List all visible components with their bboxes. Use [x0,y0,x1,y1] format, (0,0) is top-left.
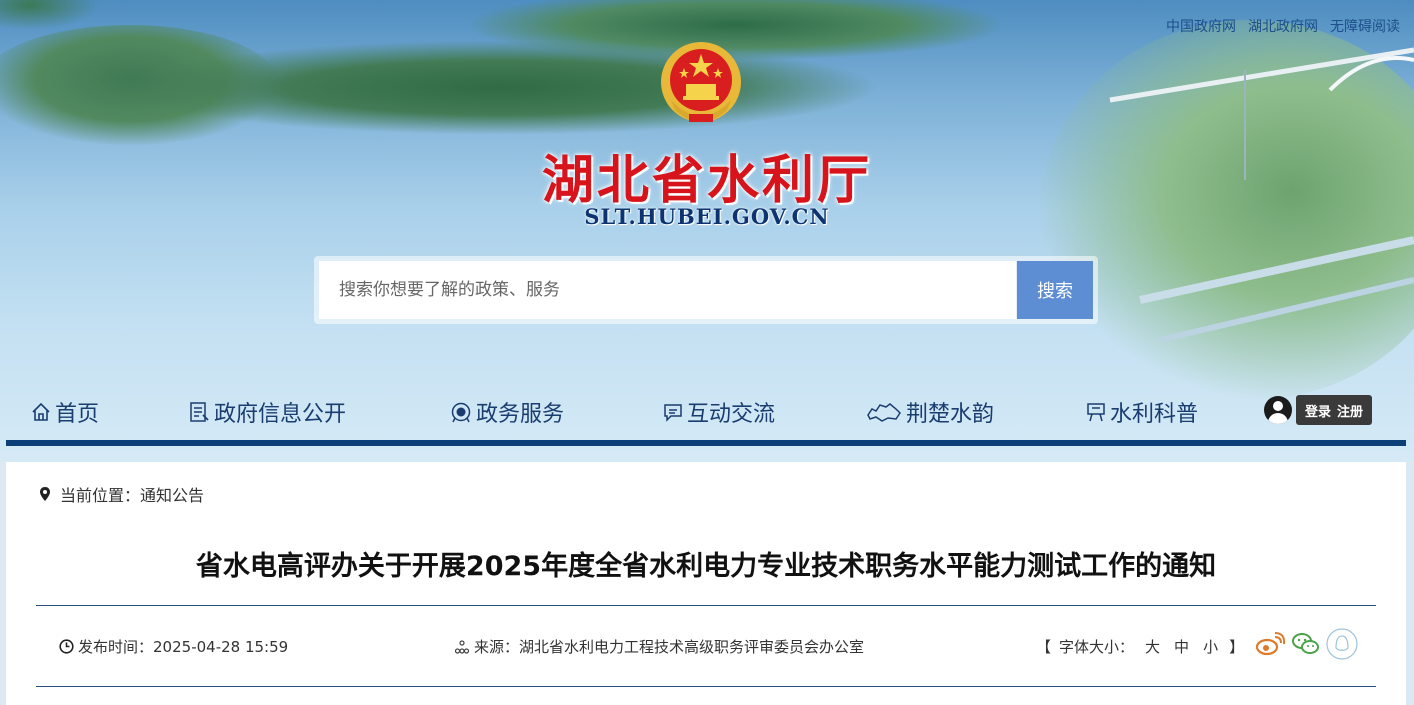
location-pin-icon [40,487,50,501]
breadcrumb-label: 当前位置： [60,486,141,505]
nav-item-info-disclosure[interactable]: 政府信息公开 [188,392,346,432]
font-size-label: 字体大小： [1059,638,1135,656]
link-hubei-gov[interactable]: 湖北政府网 [1248,16,1318,36]
share-qq[interactable] [1326,628,1358,660]
service-badge-icon [451,402,471,423]
share-weibo[interactable] [1254,628,1286,660]
search-box: 搜索 [314,256,1098,324]
article-source: 来源： 湖北省水利电力工程技术高级职务评审委员会办公室 [455,636,864,657]
source-value: 湖北省水利电力工程技术高级职务评审委员会办公室 [519,638,865,656]
nav-label: 政府信息公开 [214,402,347,427]
share-wechat[interactable] [1290,628,1322,660]
font-size-medium[interactable]: 中 [1171,636,1192,657]
search-button[interactable]: 搜索 [1017,261,1093,319]
nav-label: 荆楚水韵 [906,402,995,427]
meta-divider [36,686,1376,687]
signboard-icon [1087,403,1105,422]
island-topleft [0,0,100,30]
font-size-small[interactable]: 小 [1200,636,1221,657]
nav-item-jingchu[interactable]: 荆楚水韵 [866,392,994,432]
breadcrumb: 当前位置： 通知公告 [38,482,204,506]
font-size-large[interactable]: 大 [1142,636,1163,657]
wechat-icon [1292,633,1319,654]
nav-item-home[interactable]: 首页 [31,392,99,432]
link-accessibility[interactable]: 无障碍阅读 [1330,16,1400,36]
nav-item-science[interactable]: 水利科普 [1086,392,1198,432]
nav-label: 首页 [55,402,100,427]
nav-label: 互动交流 [687,402,776,427]
login-button[interactable]: 登录 [1305,401,1331,420]
register-button[interactable]: 注册 [1337,401,1363,420]
article-panel: 当前位置： 通知公告 省水电高评办关于开展2025年度全省水利电力专业技术职务水… [6,462,1406,705]
site-title: 湖北省水利厅 [541,151,872,211]
site-domain: SLT.HUBEI.GOV.CN [584,204,830,229]
nav-label: 政务服务 [476,402,565,427]
link-gov-cn[interactable]: 中国政府网 [1166,16,1236,36]
main-nav: 首页 政府信息公开 政务服务 互动交流 荆楚水韵 水利科普 [0,392,1414,432]
font-size-control: 【 字体大小： 大 中 小 】 [1036,636,1244,657]
hubei-map-icon [867,403,901,422]
top-links: 中国政府网 湖北政府网 无障碍阅读 [1166,16,1400,36]
article-title: 省水电高评办关于开展2025年度全省水利电力专业技术职务水平能力测试工作的通知 [195,551,1217,582]
nav-item-gov-service[interactable]: 政务服务 [450,392,564,432]
user-area: 登录 注册 [1264,395,1373,425]
user-avatar-icon[interactable] [1264,396,1292,424]
publish-label: 发布时间： [78,638,154,656]
search-input[interactable] [319,261,1016,319]
source-icon [455,639,469,654]
login-register: 登录 注册 [1296,395,1373,425]
nav-item-interaction[interactable]: 互动交流 [663,392,775,432]
header-banner: 中国政府网 湖北政府网 无障碍阅读 湖北省水利厅 SLT.HUBEI.GOV.C… [0,0,1414,462]
chat-bubble-icon [664,404,682,422]
publish-time: 发布时间： 2025-04-28 15:59 [59,636,288,657]
nav-label: 水利科普 [1110,402,1199,427]
title-divider [36,605,1376,606]
nav-divider [6,440,1406,446]
home-icon [32,402,50,421]
source-label: 来源： [474,638,520,656]
weibo-icon [1255,632,1285,656]
clock-icon [59,639,74,654]
font-size-open-bracket: 【 [1036,638,1052,656]
qq-icon [1326,628,1358,660]
document-list-icon [190,402,209,422]
breadcrumb-current[interactable]: 通知公告 [140,482,204,506]
publish-value: 2025-04-28 15:59 [153,637,289,656]
font-size-close-bracket: 】 [1229,638,1245,656]
national-emblem-icon [661,42,741,122]
